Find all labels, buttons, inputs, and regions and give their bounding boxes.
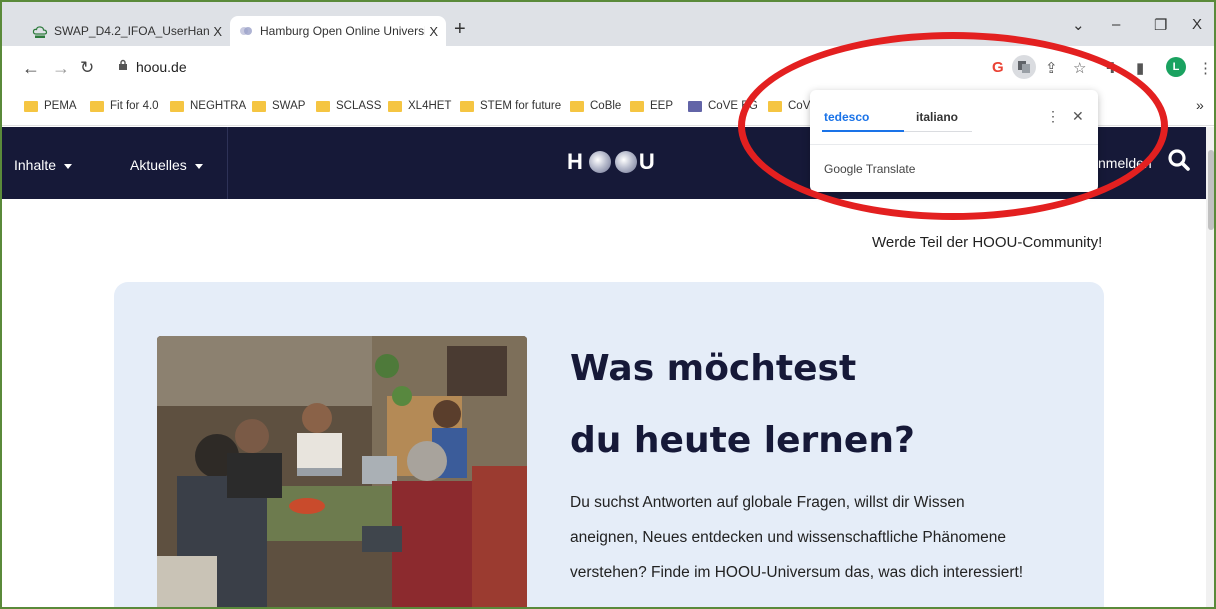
url-text[interactable]: hoou.de bbox=[136, 59, 187, 75]
hero-paragraph: Du suchst Antworten auf globale Fragen, … bbox=[570, 485, 1070, 590]
folder-icon bbox=[630, 100, 644, 112]
new-tab-button[interactable]: + bbox=[454, 18, 466, 41]
teams-icon bbox=[688, 100, 702, 112]
menu-label: Inhalte bbox=[14, 157, 57, 173]
restore-button[interactable]: ❐ bbox=[1154, 16, 1167, 34]
folder-icon bbox=[460, 100, 474, 112]
hoou-logo[interactable]: HU bbox=[567, 149, 659, 175]
paragraph-line: verstehen? Finde im HOOU-Universum das, … bbox=[570, 564, 1024, 581]
chevron-down-icon bbox=[64, 163, 73, 169]
tab-close-icon[interactable]: X bbox=[213, 24, 222, 39]
search-icon[interactable] bbox=[1166, 147, 1192, 173]
hoou-favicon-icon bbox=[240, 27, 252, 35]
scrollbar-thumb[interactable] bbox=[1208, 150, 1214, 230]
divider bbox=[227, 127, 228, 199]
screenshot-frame: SWAP_D4.2_IFOA_UserHandbook X Hamburg Op… bbox=[0, 0, 1216, 609]
hero-heading-line1: Was möchtest bbox=[570, 348, 857, 389]
folder-icon bbox=[90, 100, 104, 112]
folder-icon bbox=[316, 100, 330, 112]
bookmark-item[interactable]: CoBle bbox=[570, 100, 621, 112]
menu-aktuelles[interactable]: Aktuelles bbox=[130, 157, 203, 173]
bookmarks-overflow-button[interactable]: » bbox=[1196, 97, 1204, 113]
tab-title: SWAP_D4.2_IFOA_UserHandbook bbox=[54, 24, 210, 38]
window-close-button[interactable]: X bbox=[1192, 16, 1202, 33]
tab-close-icon[interactable]: X bbox=[429, 24, 438, 39]
folder-icon bbox=[170, 100, 184, 112]
side-panel-icon[interactable]: ▮ bbox=[1136, 59, 1144, 77]
paragraph-line: aneignen, Neues entdecken und wissenscha… bbox=[570, 529, 1007, 546]
cloud-icon bbox=[32, 26, 48, 38]
community-link[interactable]: Werde Teil der HOOU-Community! bbox=[872, 234, 1102, 251]
bookmark-item[interactable]: XL4HET bbox=[388, 100, 451, 112]
annotation-circle bbox=[738, 32, 1168, 220]
bookmark-item[interactable]: SCLASS bbox=[316, 100, 381, 112]
bookmark-item[interactable]: Fit for 4.0 bbox=[90, 100, 159, 112]
folder-icon bbox=[252, 100, 266, 112]
browser-menu-icon[interactable]: ⋮ bbox=[1198, 59, 1213, 77]
bookmark-item[interactable]: NEGHTRA bbox=[170, 100, 246, 112]
menu-label: Aktuelles bbox=[130, 157, 187, 173]
hero-photo bbox=[157, 336, 527, 607]
reload-icon[interactable]: ↻ bbox=[80, 58, 94, 78]
menu-inhalte[interactable]: Inhalte bbox=[14, 157, 73, 173]
avatar[interactable]: L bbox=[1166, 57, 1186, 77]
forward-icon[interactable]: → bbox=[52, 58, 70, 79]
bookmark-item[interactable]: STEM for future bbox=[460, 100, 561, 112]
folder-icon bbox=[388, 100, 402, 112]
chevron-down-icon bbox=[194, 163, 203, 169]
folder-icon bbox=[570, 100, 584, 112]
tab-title: Hamburg Open Online University bbox=[260, 24, 426, 38]
tab-search-button[interactable]: ⌄ bbox=[1072, 16, 1085, 34]
back-icon[interactable]: ← bbox=[22, 58, 40, 79]
paragraph-line: Du suchst Antworten auf globale Fragen, … bbox=[570, 494, 965, 511]
tab-swap-handbook[interactable]: SWAP_D4.2_IFOA_UserHandbook X bbox=[24, 16, 230, 46]
hero-heading-line2: du heute lernen? bbox=[570, 420, 915, 461]
folder-icon bbox=[24, 100, 38, 112]
minimize-button[interactable]: – bbox=[1112, 16, 1120, 33]
bookmark-item[interactable]: PEMA bbox=[24, 100, 77, 112]
bookmark-item[interactable]: EEP bbox=[630, 100, 673, 112]
bookmark-item[interactable]: SWAP bbox=[252, 100, 305, 112]
tab-hoou[interactable]: Hamburg Open Online University X bbox=[230, 16, 446, 46]
lock-icon bbox=[119, 59, 127, 70]
